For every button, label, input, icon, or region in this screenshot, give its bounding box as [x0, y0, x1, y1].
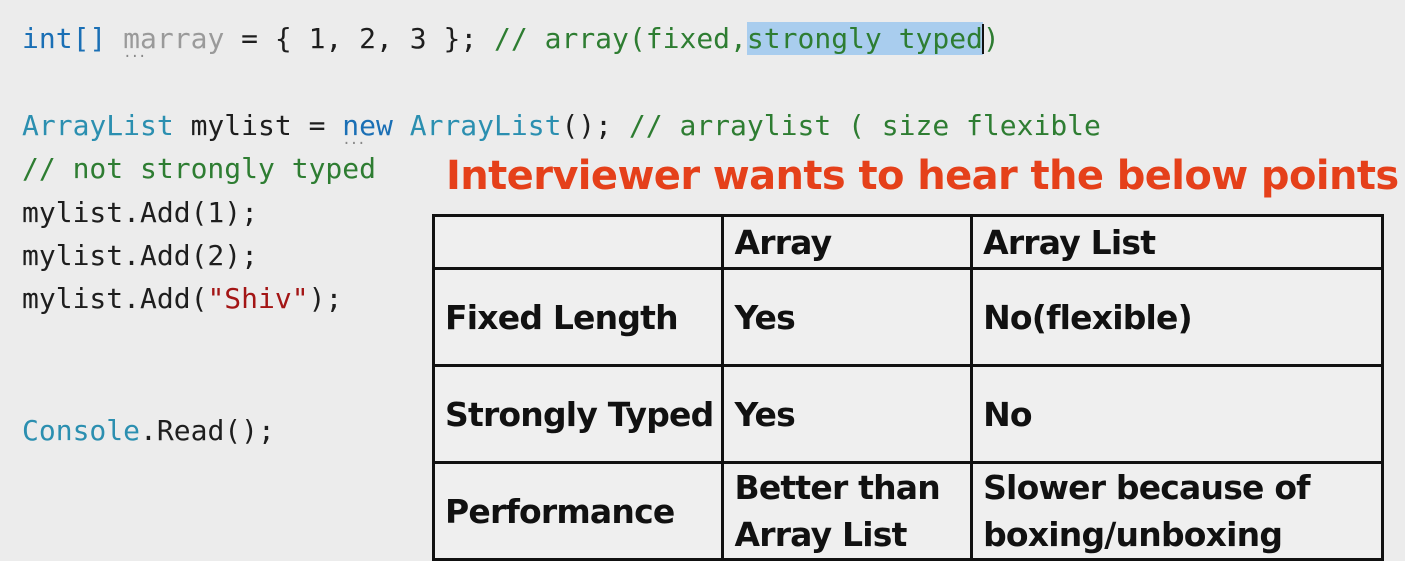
- add-call-prefix: mylist.Add(: [22, 282, 208, 315]
- mylist-variable: mylist =: [173, 109, 343, 142]
- array-cell: Yes: [721, 267, 974, 367]
- code-line-not-strongly-typed-comment[interactable]: // not strongly typed: [22, 152, 376, 186]
- feature-cell: Fixed Length: [431, 267, 725, 367]
- comparison-table: Array Array List Fixed Length Yes No(fle…: [431, 214, 1384, 561]
- feature-cell: Performance: [431, 461, 725, 561]
- table-header-row: Array Array List: [431, 214, 1384, 270]
- code-line-add-shiv[interactable]: mylist.Add("Shiv");: [22, 282, 342, 316]
- arraylist-comment: // arraylist ( size flexible: [628, 109, 1101, 142]
- new-keyword: new: [342, 109, 393, 142]
- array-initializer: = { 1, 2, 3 };: [224, 22, 495, 55]
- code-line-array-declaration[interactable]: int[] marray = { 1, 2, 3 }; // array(fix…: [22, 22, 1000, 56]
- array-comment-start: // array(fixed,: [494, 22, 747, 55]
- int-array-keyword: int[]: [22, 22, 107, 55]
- selected-text[interactable]: strongly typed: [746, 22, 983, 55]
- array-comment-end: ): [982, 22, 1000, 55]
- arraylist-constructor: ArrayList: [409, 109, 562, 142]
- read-call: .Read();: [140, 414, 275, 447]
- code-line-console-read[interactable]: Console.Read();: [22, 414, 275, 448]
- arraylist-type: ArrayList: [22, 109, 174, 142]
- console-type: Console: [22, 414, 141, 447]
- code-line-add-1[interactable]: mylist.Add(1);: [22, 196, 258, 230]
- array-cell: Better than Array List: [721, 461, 974, 561]
- shiv-string-literal: "Shiv": [207, 282, 309, 315]
- array-list-cell: Slower because of boxing/unboxing: [970, 461, 1384, 561]
- table-row: Strongly Typed Yes No: [431, 364, 1384, 464]
- overlay-title: Interviewer wants to hear the below poin…: [446, 153, 1399, 199]
- add-call-suffix: );: [308, 282, 343, 315]
- code-line-arraylist-declaration[interactable]: ArrayList mylist = new ArrayList(); // a…: [22, 109, 1101, 143]
- array-list-cell: No: [970, 364, 1384, 464]
- header-cell-array-list: Array List: [970, 214, 1384, 270]
- header-cell-array: Array: [721, 214, 974, 270]
- array-list-cell: No(flexible): [970, 267, 1384, 367]
- table-row: Fixed Length Yes No(flexible): [431, 267, 1384, 367]
- array-cell: Yes: [721, 364, 974, 464]
- constructor-call: ();: [561, 109, 629, 142]
- header-cell-empty: [431, 214, 725, 270]
- table-row: Performance Better than Array List Slowe…: [431, 461, 1384, 561]
- code-line-add-2[interactable]: mylist.Add(2);: [22, 239, 258, 273]
- marray-variable: marray: [123, 22, 224, 55]
- feature-cell: Strongly Typed: [431, 364, 725, 464]
